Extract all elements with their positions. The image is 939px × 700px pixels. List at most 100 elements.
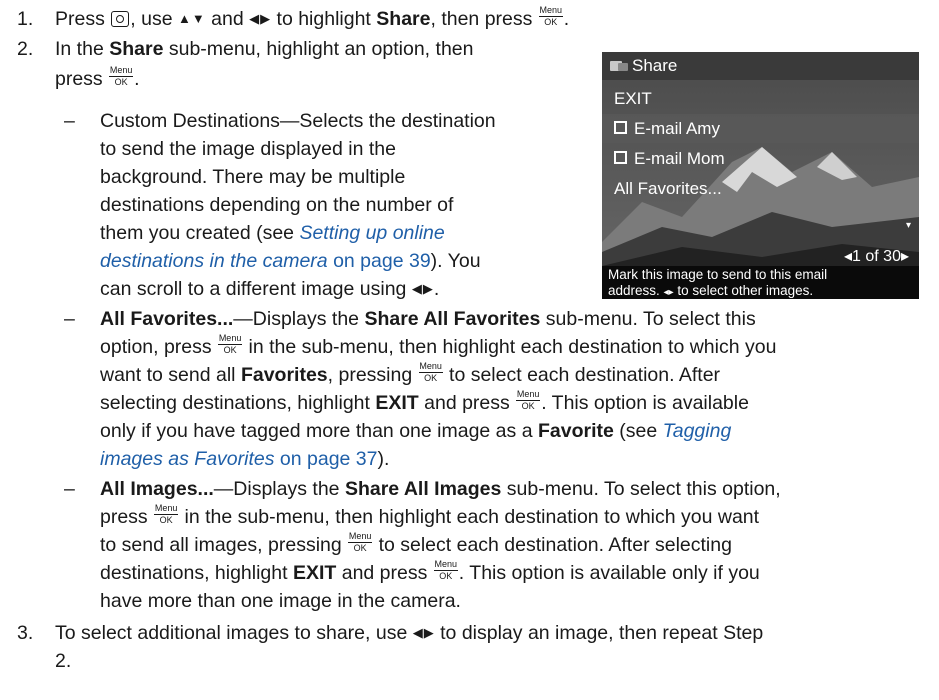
- menu-ok-button-icon: Menu OK: [538, 5, 563, 28]
- text-span: .: [134, 68, 140, 90]
- tagging-favorites-link[interactable]: Tagging: [663, 420, 732, 442]
- custom-line-4: destinations depending on the number of: [100, 194, 454, 216]
- favorites-line-3: want to send all Favorites, pressing Men…: [100, 362, 720, 388]
- step-3-number: 3.: [17, 622, 34, 644]
- step-1-highlight: to highlight: [276, 8, 371, 30]
- text-span: —Displays the: [233, 308, 360, 330]
- text-bold: EXIT: [292, 562, 337, 584]
- left-right-arrows-icon: ◀▶: [411, 281, 434, 296]
- step-1-number: 1.: [17, 8, 34, 30]
- text-bold: All Images...: [100, 478, 214, 500]
- menu-item-email-mom[interactable]: E-mail Mom: [602, 144, 919, 173]
- text-span: To select additional images to share, us…: [55, 622, 408, 644]
- text-bold: Share All Images: [344, 478, 502, 500]
- text-span: press: [55, 68, 103, 90]
- text-span: sub-menu, highlight an option, then: [168, 38, 474, 60]
- text-span: to select other images.: [677, 283, 814, 298]
- text-span: .: [433, 278, 440, 300]
- left-right-arrows-icon: ◀▶: [249, 11, 272, 26]
- step-1-and: and: [211, 8, 244, 30]
- menu-ok-button-icon: Menu OK: [433, 559, 458, 582]
- images-line-2: press Menu OK in the sub-menu, then highl…: [100, 504, 759, 530]
- text-span: to send all images, pressing: [100, 534, 342, 556]
- menu-ok-button-icon: Menu OK: [418, 361, 443, 384]
- menu-item-exit[interactable]: EXIT: [602, 84, 919, 113]
- text-span: can scroll to a different image using: [100, 278, 407, 300]
- text-bold: Favorite: [537, 420, 614, 442]
- page-37-link[interactable]: on page 37: [280, 448, 378, 470]
- text-span: (see: [619, 420, 658, 442]
- text-span: in the sub-menu, then highlight each des…: [184, 506, 760, 528]
- small-left-right-arrows-icon: ◂▸: [663, 287, 674, 298]
- text-span: . This option is available: [541, 392, 749, 414]
- step-1-press: Press: [55, 8, 105, 30]
- text-span: sub-menu. To select this option,: [506, 478, 781, 500]
- step-1-then-press: , then press: [430, 8, 533, 30]
- counter-text: 1 of 30: [852, 248, 901, 265]
- menu-item-label: EXIT: [614, 89, 652, 108]
- step-1-share: Share: [376, 8, 431, 30]
- text-span: them you created (see: [100, 222, 295, 244]
- text-span: to display an image, then repeat Step: [440, 622, 764, 644]
- images-line-3: to send all images, pressing Menu OK to s…: [100, 532, 732, 558]
- images-line-5: have more than one image in the camera.: [100, 590, 461, 612]
- menu-item-label: E-mail Amy: [634, 119, 720, 138]
- text-span: only if you have tagged more than one im…: [100, 420, 533, 442]
- page-39-link[interactable]: on page 39: [333, 250, 431, 272]
- scroll-down-arrow-icon: ▾: [905, 220, 911, 231]
- custom-line-1: Custom Destinations—Selects the destinat…: [100, 110, 496, 132]
- setting-up-destinations-link-cont[interactable]: destinations in the camera: [100, 250, 328, 272]
- menu-item-label: E-mail Mom: [634, 149, 725, 168]
- text-span: want to send all: [100, 364, 236, 386]
- bullet-dash: –: [64, 308, 75, 330]
- text-span: destinations, highlight: [100, 562, 288, 584]
- text-span: address.: [608, 283, 660, 298]
- screen-caption: Mark this image to send to this email ad…: [602, 266, 919, 299]
- text-span: option, press: [100, 336, 212, 358]
- camera-share-screen: Share EXIT E-mail Amy E-mail Mom All Fav…: [602, 52, 919, 299]
- menu-ok-button-icon: Menu OK: [348, 531, 373, 554]
- checkbox-icon[interactable]: [614, 151, 627, 164]
- step-3-line-1: To select additional images to share, us…: [55, 620, 763, 648]
- bullet-dash: –: [64, 110, 75, 132]
- screen-title-bar: Share: [602, 52, 919, 80]
- text-span: to select each destination. After select…: [378, 534, 732, 556]
- step-1-period: .: [563, 8, 570, 30]
- menu-ok-button-icon: Menu OK: [218, 333, 243, 356]
- text-span: selecting destinations, highlight: [100, 392, 370, 414]
- menu-item-all-favorites[interactable]: All Favorites...: [602, 174, 919, 203]
- custom-line-3: background. There may be multiple: [100, 166, 406, 188]
- text-span: press: [100, 506, 148, 528]
- up-down-arrows-icon: ▲▼: [177, 11, 206, 26]
- custom-line-5: them you created (see Setting up online: [100, 220, 445, 246]
- step-2-line-2: press Menu OK.: [55, 66, 140, 92]
- setting-up-destinations-link[interactable]: Setting up online: [299, 222, 444, 244]
- text-span: ).: [377, 448, 390, 470]
- menu-ok-button-icon: Menu OK: [154, 503, 179, 526]
- custom-line-6: destinations in the camera on page 39). …: [100, 248, 481, 274]
- text-bold: Favorites: [240, 364, 328, 386]
- text-bold: All Favorites...: [100, 308, 234, 330]
- images-line-1: All Images...—Displays the Share All Ima…: [100, 476, 781, 502]
- step-2-line-1: In the Share sub-menu, highlight an opti…: [55, 36, 473, 62]
- checkbox-icon[interactable]: [614, 121, 627, 134]
- custom-line-7: can scroll to a different image using ◀▶…: [100, 276, 439, 304]
- menu-item-email-amy[interactable]: E-mail Amy: [602, 114, 919, 143]
- step-1-use: , use: [130, 8, 173, 30]
- text-bold: EXIT: [375, 392, 419, 414]
- text-span: , pressing: [327, 364, 413, 386]
- left-right-arrows-icon: ◀▶: [412, 625, 435, 640]
- favorites-line-4: selecting destinations, highlight EXIT a…: [100, 390, 749, 416]
- custom-line-2: to send the image displayed in the: [100, 138, 396, 160]
- text-span: —Displays the: [213, 478, 340, 500]
- images-line-4: destinations, highlight EXIT and press M…: [100, 560, 760, 586]
- text-span: . This option is available only if you: [458, 562, 760, 584]
- text-span: and press: [424, 392, 510, 414]
- caption-line-2: address. ◂▸ to select other images.: [608, 283, 913, 299]
- favorites-line-6: images as Favorites on page 37).: [100, 446, 389, 472]
- step-3-line-2: 2.: [55, 650, 72, 672]
- share-icon-overlay: [618, 63, 628, 71]
- menu-item-label: All Favorites...: [614, 179, 722, 198]
- text-bold: Share: [109, 38, 164, 60]
- tagging-favorites-link-cont[interactable]: images as Favorites: [100, 448, 274, 470]
